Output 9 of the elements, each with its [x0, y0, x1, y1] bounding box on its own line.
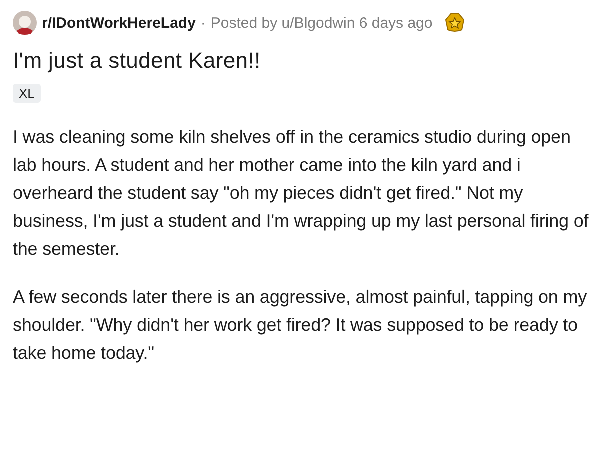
post-title: I'm just a student Karen!!	[13, 48, 262, 74]
post-byline: Posted by u/Blgodwin 6 days ago	[210, 14, 433, 32]
flair-tag: XL	[13, 84, 41, 103]
subreddit-link[interactable]: r/IDontWorkHereLady	[42, 14, 196, 32]
award-icon	[444, 12, 466, 34]
avatar-icon	[13, 11, 37, 35]
separator: ·	[200, 14, 206, 32]
post-paragraph: A few seconds later there is an aggressive, almost painful, tapping on my shoulder. "Why didn't her work get fired? It was supposed to be ready to take home today."	[13, 286, 588, 365]
post-paragraph: I was cleaning some kiln shelves off in the ceramics studio during open lab hours. A student and her mother came into the kiln yard and i overheard the student say "oh my pieces didn't get fired." Not my business, I'm just a student and I'm wrapping up my last personal firing of the semester.	[13, 126, 590, 261]
